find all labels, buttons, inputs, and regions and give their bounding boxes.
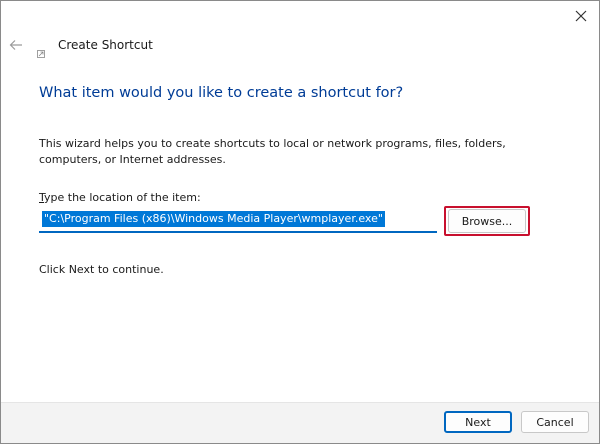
page-heading: What item would you like to create a sho… xyxy=(39,85,404,101)
location-input-value: "C:\Program Files (x86)\Windows Media Pl… xyxy=(42,211,385,227)
shortcut-app-icon xyxy=(37,43,45,58)
create-shortcut-dialog: Create Shortcut What item would you like… xyxy=(0,0,600,444)
window-title: Create Shortcut xyxy=(58,38,153,52)
close-button[interactable] xyxy=(569,5,593,27)
location-label-text: ype the location of the item: xyxy=(44,191,201,204)
back-arrow-icon xyxy=(9,40,22,50)
dialog-footer: Next Cancel xyxy=(1,402,599,443)
location-label: Type the location of the item: xyxy=(39,191,201,204)
browse-button[interactable]: Browse... xyxy=(448,209,526,233)
cancel-button[interactable]: Cancel xyxy=(521,411,589,433)
wizard-description: This wizard helps you to create shortcut… xyxy=(39,137,506,166)
back-button[interactable] xyxy=(7,36,25,54)
continue-instruction: Click Next to continue. xyxy=(39,263,164,276)
close-icon xyxy=(575,10,587,22)
location-input[interactable]: "C:\Program Files (x86)\Windows Media Pl… xyxy=(39,209,437,233)
next-button[interactable]: Next xyxy=(444,411,512,433)
